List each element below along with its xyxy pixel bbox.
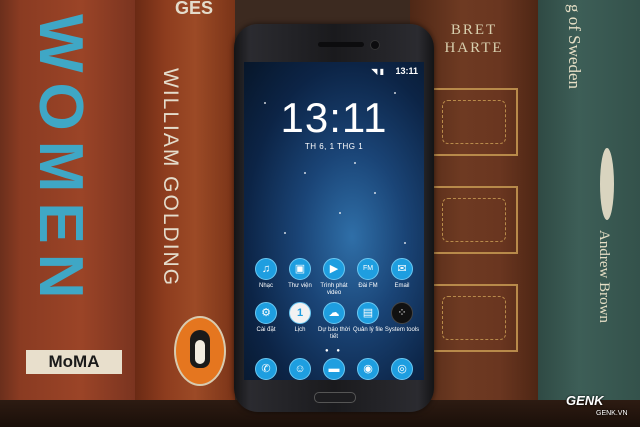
email-icon: ✉ — [391, 258, 413, 280]
app-label: Email — [394, 283, 410, 289]
gallery-icon: ▣ — [289, 258, 311, 280]
front-camera — [370, 40, 380, 50]
app-label: Thư viện — [288, 283, 312, 289]
book-sweden — [538, 0, 640, 405]
book-golding-top-text: GES — [175, 0, 214, 18]
watermark-url: GENK.VN — [596, 410, 628, 417]
penguin-belly — [195, 340, 205, 364]
earpiece-speaker — [318, 42, 364, 47]
genk-watermark: GENK GENK.VN — [566, 392, 628, 417]
weather-icon: ☁ — [323, 302, 345, 324]
app-settings[interactable]: ⚙ Cài đặt — [248, 302, 284, 334]
book-ornament — [430, 284, 518, 352]
smartphone: ◥ ▮ 13:11 13:11 TH 6, 1 THG 1 ♫ Nhạc ▣ T… — [234, 24, 434, 412]
app-system-tools[interactable]: ⁘ System tools — [384, 302, 420, 334]
contacts-icon[interactable]: ☺ — [289, 358, 311, 380]
app-label: Cài đặt — [256, 327, 276, 333]
app-fm-radio[interactable]: FM Đài FM — [350, 258, 386, 290]
book-golding-author: WILLIAM GOLDING — [159, 68, 182, 288]
system-tools-icon: ⁘ — [391, 302, 413, 324]
file-manager-icon: ▤ — [357, 302, 379, 324]
app-gallery[interactable]: ▣ Thư viện — [282, 258, 318, 290]
app-label: System tools — [384, 327, 420, 333]
app-weather[interactable]: ☁ Dự báo thời tiết — [316, 302, 352, 341]
status-time: 13:11 — [395, 66, 418, 76]
signal-battery-icon: ◥ ▮ — [371, 67, 384, 76]
app-file-manager[interactable]: ▤ Quản lý file — [350, 302, 386, 334]
browser-icon[interactable]: ◎ — [391, 358, 413, 380]
book-sweden-title: g of Sweden — [565, 4, 584, 89]
settings-icon: ⚙ — [255, 302, 277, 324]
book-sweden-author: Andrew Brown — [596, 230, 612, 323]
moma-label: MoMA — [26, 350, 122, 374]
app-label: Đài FM — [358, 283, 378, 289]
photo-scene: WOMEN MoMA GES WILLIAM GOLDING BRET HART… — [0, 0, 640, 427]
home-button[interactable] — [314, 392, 356, 403]
messages-icon[interactable]: ▬ — [323, 358, 345, 380]
book-ornament — [430, 88, 518, 156]
date-widget[interactable]: TH 6, 1 THG 1 — [244, 142, 424, 151]
fish-emblem — [600, 148, 614, 220]
penguin-logo — [174, 316, 226, 386]
app-video-player[interactable]: ▶ Trình phát video — [316, 258, 352, 297]
radio-icon: FM — [357, 258, 379, 280]
app-label: Quản lý file — [352, 327, 383, 333]
calendar-icon: 1 — [289, 302, 311, 324]
app-email[interactable]: ✉ Email — [384, 258, 420, 290]
camera-icon[interactable]: ◉ — [357, 358, 379, 380]
music-icon: ♫ — [255, 258, 277, 280]
book-women-title: WOMEN — [26, 14, 95, 309]
app-label: Lịch — [294, 327, 306, 333]
app-label: Nhạc — [258, 283, 273, 289]
app-label: Dự báo thời tiết — [318, 327, 350, 340]
page-indicator: ● ● — [325, 348, 343, 354]
phone-icon[interactable]: ✆ — [255, 358, 277, 380]
app-music[interactable]: ♫ Nhạc — [248, 258, 284, 290]
watermark-logo: GENK — [566, 393, 604, 408]
clock-widget[interactable]: 13:11 — [244, 94, 424, 142]
status-bar: ◥ ▮ 13:11 — [244, 66, 424, 80]
video-player-icon: ▶ — [323, 258, 345, 280]
app-calendar[interactable]: 1 Lịch — [282, 302, 318, 334]
book-ornament — [430, 186, 518, 254]
app-label: Trình phát video — [320, 283, 348, 296]
phone-screen: ◥ ▮ 13:11 13:11 TH 6, 1 THG 1 ♫ Nhạc ▣ T… — [244, 62, 424, 380]
